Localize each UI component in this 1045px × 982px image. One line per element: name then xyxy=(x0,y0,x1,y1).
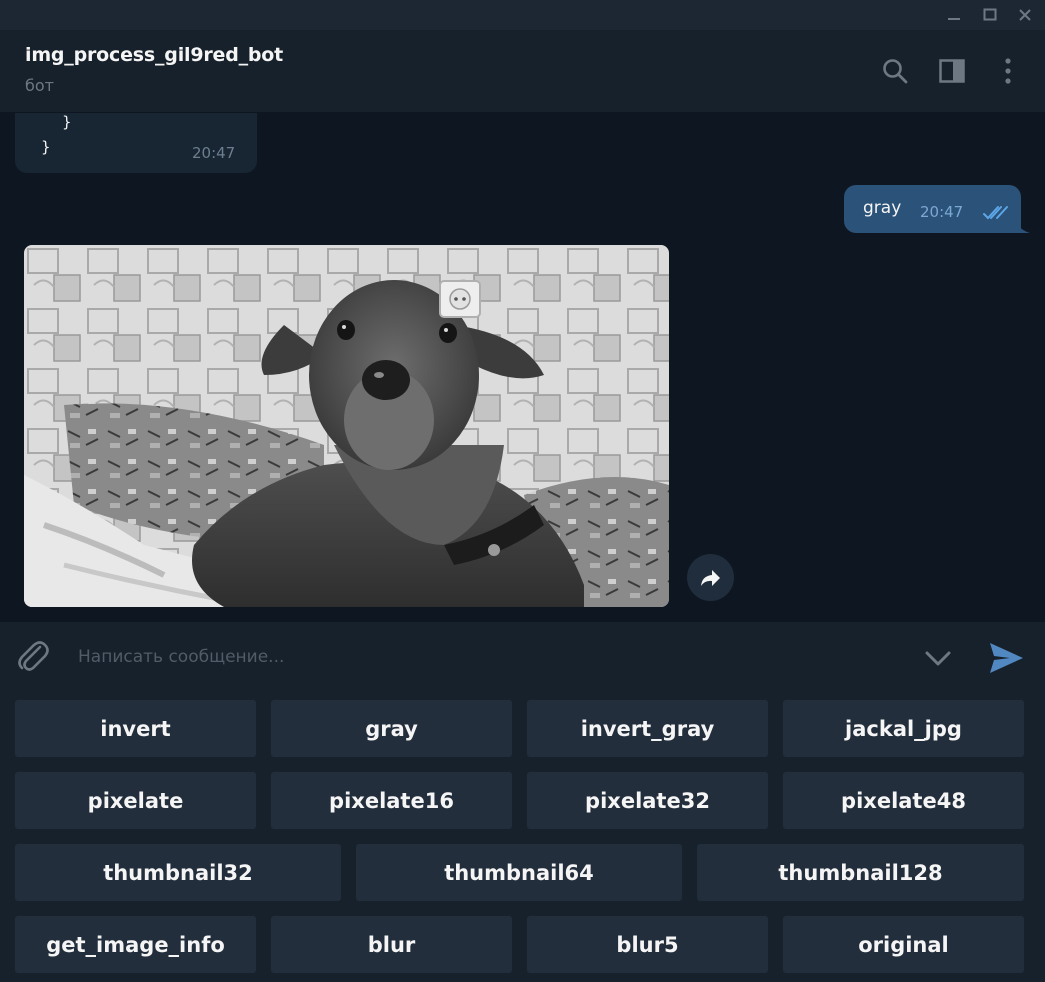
kb-button-thumbnail32[interactable]: thumbnail32 xyxy=(15,844,341,901)
message-text: gray xyxy=(863,198,902,218)
outgoing-message[interactable]: gray 20:47 xyxy=(844,185,1021,233)
share-button[interactable] xyxy=(687,554,734,601)
kb-button-blur[interactable]: blur xyxy=(271,916,512,973)
kb-button-invert-gray[interactable]: invert_gray xyxy=(527,700,768,757)
kb-button-invert[interactable]: invert xyxy=(15,700,256,757)
close-window-button[interactable] xyxy=(1011,4,1039,26)
maximize-icon xyxy=(983,8,997,21)
more-menu-button[interactable] xyxy=(991,54,1025,88)
share-icon xyxy=(700,569,720,586)
kb-button-get-image-info[interactable]: get_image_info xyxy=(15,916,256,973)
double-check-icon xyxy=(983,206,1008,220)
kb-button-original[interactable]: original xyxy=(783,916,1024,973)
chat-header: img_process_gil9red_bot бот xyxy=(0,30,1045,113)
kb-button-thumbnail128[interactable]: thumbnail128 xyxy=(697,844,1024,901)
bubble-tail xyxy=(1016,223,1030,233)
close-icon xyxy=(1019,9,1031,21)
send-icon[interactable] xyxy=(986,638,1026,678)
kb-button-pixelate48[interactable]: pixelate48 xyxy=(783,772,1024,829)
kb-button-pixelate32[interactable]: pixelate32 xyxy=(527,772,768,829)
message-composer xyxy=(0,622,1045,690)
sidebar-toggle-icon xyxy=(939,59,965,83)
message-time: 20:47 xyxy=(192,144,236,162)
more-vertical-icon xyxy=(1005,58,1011,84)
kb-button-thumbnail64[interactable]: thumbnail64 xyxy=(356,844,682,901)
search-icon xyxy=(883,59,908,84)
kb-button-gray[interactable]: gray xyxy=(271,700,512,757)
message-list[interactable]: } } 20:47 gray 20:47 xyxy=(0,113,1045,622)
chat-status: бот xyxy=(25,76,54,95)
chevron-down-icon[interactable] xyxy=(920,640,956,676)
code-line: } xyxy=(62,113,72,131)
kb-button-jackal-jpg[interactable]: jackal_jpg xyxy=(783,700,1024,757)
minimize-icon xyxy=(948,18,960,20)
kb-button-blur5[interactable]: blur5 xyxy=(527,916,768,973)
message-time: 20:47 xyxy=(920,203,964,221)
message-input[interactable] xyxy=(66,640,908,674)
chat-title[interactable]: img_process_gil9red_bot xyxy=(25,44,283,66)
incoming-message[interactable]: } } 20:47 xyxy=(15,113,257,173)
search-button[interactable] xyxy=(878,54,912,88)
window-titlebar xyxy=(0,0,1045,30)
photo-message[interactable] xyxy=(24,245,669,607)
minimize-button[interactable] xyxy=(940,4,968,26)
sidebar-toggle-button[interactable] xyxy=(935,54,969,88)
maximize-button[interactable] xyxy=(976,4,1004,26)
kb-button-pixelate[interactable]: pixelate xyxy=(15,772,256,829)
kb-button-pixelate16[interactable]: pixelate16 xyxy=(271,772,512,829)
attach-icon[interactable] xyxy=(14,638,52,676)
dog-photo xyxy=(24,245,669,607)
code-line: } xyxy=(41,138,51,156)
